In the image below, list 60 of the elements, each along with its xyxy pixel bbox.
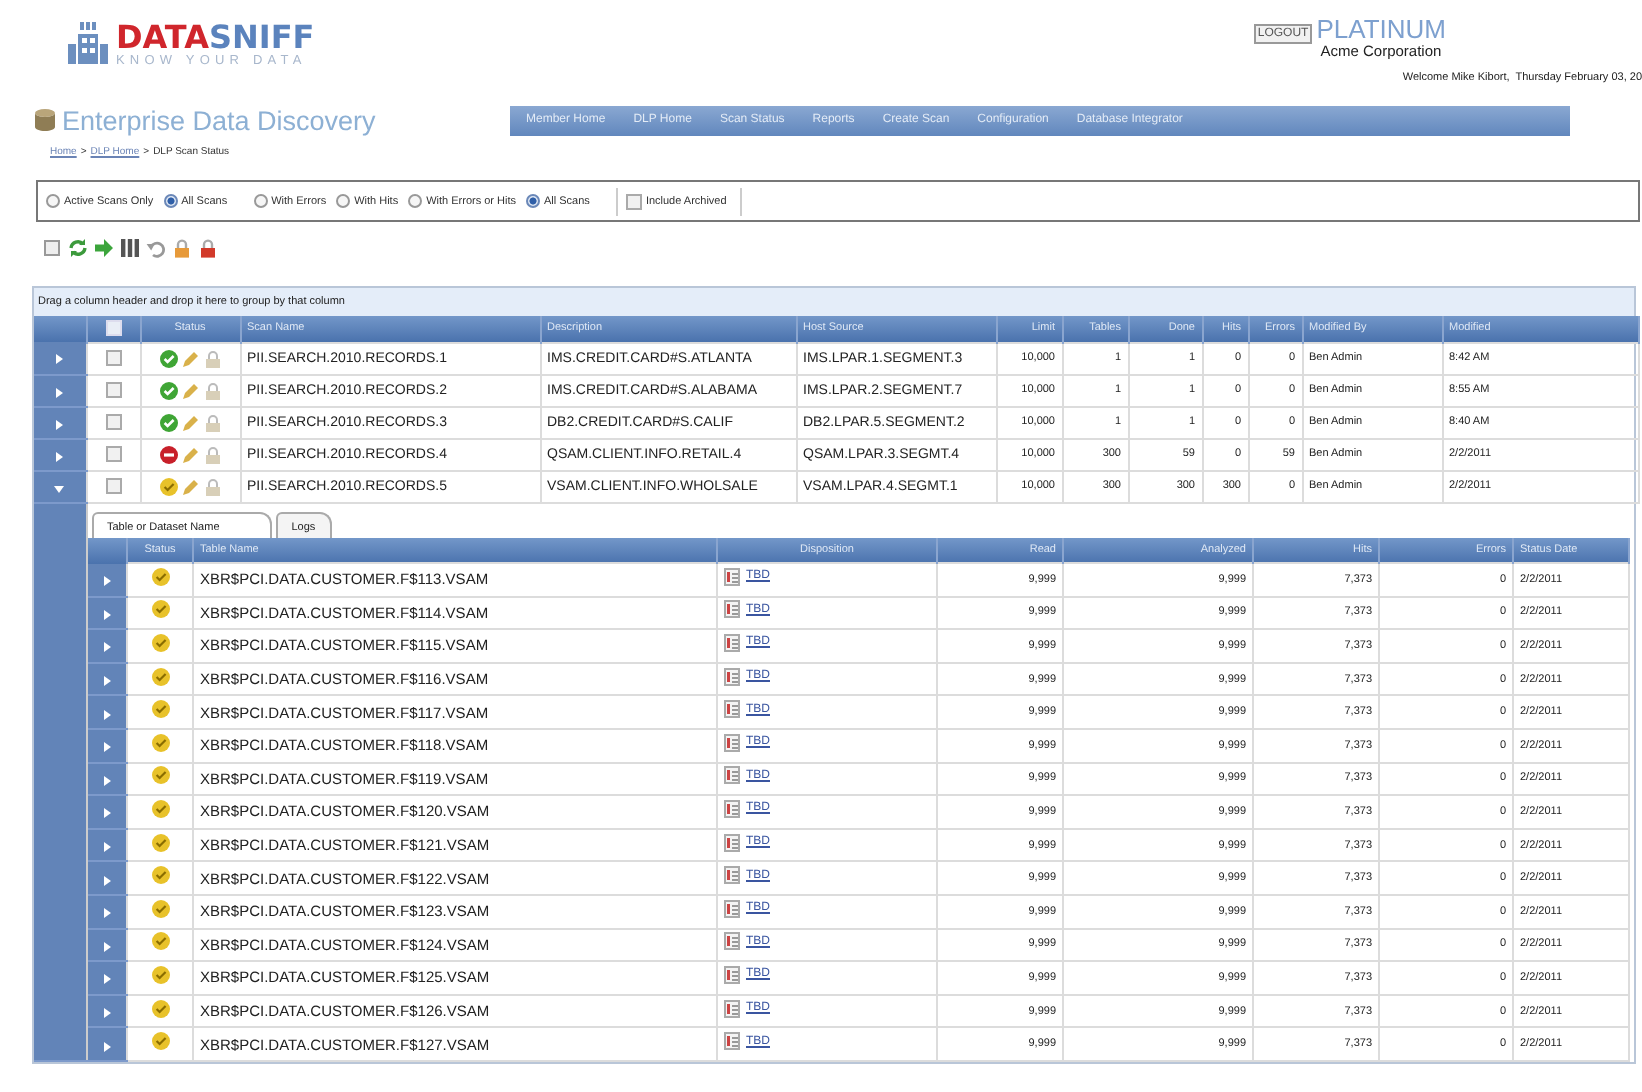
document-icon[interactable] <box>724 600 740 619</box>
logo-text: DATA <box>116 18 209 56</box>
radio-button[interactable] <box>408 194 423 208</box>
expand-arrow-icon[interactable] <box>101 576 112 587</box>
expand-arrow-icon[interactable] <box>101 974 112 985</box>
document-icon[interactable] <box>724 799 740 818</box>
expand-arrow-icon[interactable] <box>54 354 65 365</box>
document-icon[interactable] <box>724 667 740 686</box>
radio-button[interactable] <box>336 194 351 208</box>
radio-button[interactable] <box>526 194 540 208</box>
document-icon[interactable] <box>724 1032 740 1051</box>
select-all-icon[interactable] <box>42 238 62 258</box>
document-icon[interactable] <box>724 866 740 885</box>
checkbox[interactable] <box>625 193 642 209</box>
document-icon[interactable] <box>724 833 740 852</box>
expand-arrow-icon[interactable] <box>101 1041 112 1052</box>
expand-arrow-icon[interactable] <box>101 775 112 786</box>
refresh-icon[interactable] <box>68 238 88 258</box>
database-icon <box>34 108 56 132</box>
row-checkbox[interactable] <box>105 349 121 366</box>
row-checkbox[interactable] <box>105 381 121 398</box>
document-icon[interactable] <box>724 633 740 652</box>
expand-arrow-icon[interactable] <box>101 642 112 653</box>
expand-arrow-icon[interactable] <box>101 875 112 886</box>
expand-arrow-icon[interactable] <box>54 451 65 461</box>
document-icon[interactable] <box>724 899 740 918</box>
document-icon[interactable] <box>724 932 740 951</box>
building-logo-icon <box>66 20 110 64</box>
expand-arrow-icon[interactable] <box>101 1008 112 1019</box>
document-icon[interactable] <box>724 733 740 752</box>
expand-arrow-icon[interactable] <box>101 842 112 853</box>
row-checkbox[interactable] <box>105 413 121 430</box>
columns-icon[interactable] <box>120 238 140 258</box>
expand-arrow-icon[interactable] <box>54 419 65 429</box>
document-icon[interactable] <box>724 965 740 984</box>
radio-button[interactable] <box>46 194 60 208</box>
row-checkbox[interactable] <box>105 477 121 494</box>
expand-arrow-icon[interactable] <box>101 941 112 952</box>
select-all-checkbox[interactable] <box>105 320 121 337</box>
document-icon[interactable] <box>724 700 740 719</box>
logo-text: SNIFF <box>208 18 315 56</box>
expand-arrow-icon[interactable] <box>54 387 65 397</box>
document-icon[interactable] <box>724 999 740 1018</box>
expand-arrow-icon[interactable] <box>101 808 112 819</box>
collapse-arrow-icon[interactable] <box>54 483 65 493</box>
expand-arrow-icon[interactable] <box>101 742 112 753</box>
expand-arrow-icon[interactable] <box>101 908 112 919</box>
app-title: Enterprise Data Discovery <box>62 105 376 135</box>
document-icon[interactable] <box>724 766 740 785</box>
radio-button[interactable] <box>253 194 268 208</box>
document-icon[interactable] <box>724 567 740 586</box>
row-checkbox[interactable] <box>105 445 121 462</box>
expand-arrow-icon[interactable] <box>101 676 112 687</box>
radio-button[interactable] <box>163 194 178 208</box>
lock-icon[interactable] <box>172 238 192 258</box>
expand-arrow-icon[interactable] <box>101 709 112 720</box>
lock-icon[interactable] <box>198 238 218 258</box>
right-arrow-icon[interactable] <box>94 238 114 258</box>
expand-arrow-icon[interactable] <box>101 609 112 620</box>
plan-name: PLATINUM <box>1316 16 1446 42</box>
